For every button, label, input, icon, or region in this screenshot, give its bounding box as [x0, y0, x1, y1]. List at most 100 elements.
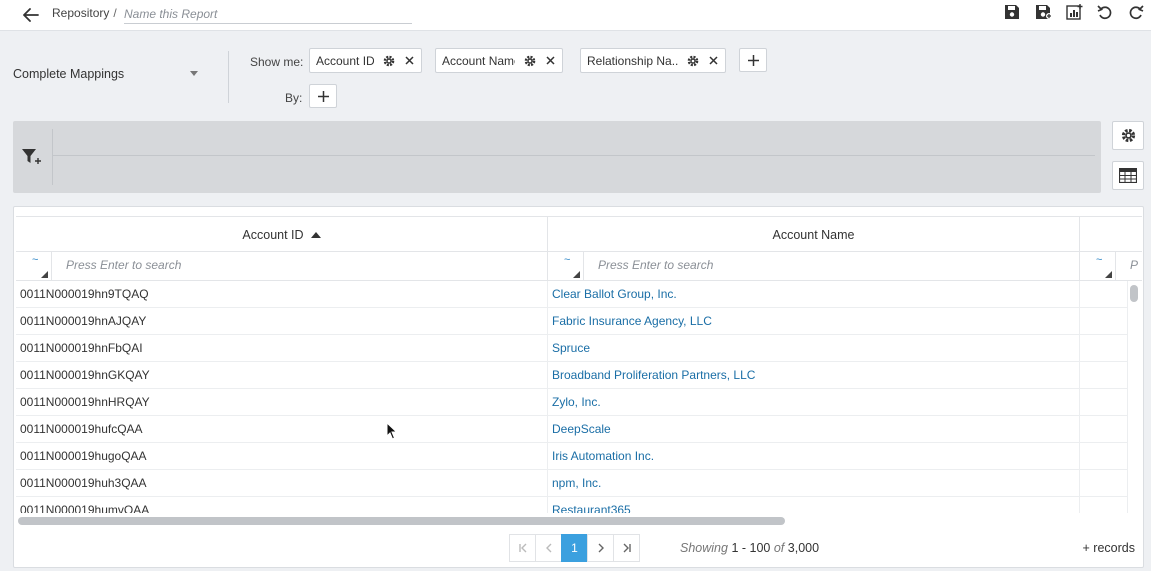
field-pill-account-id[interactable]: Account ID	[309, 48, 422, 73]
table-row[interactable]: 0011N000019hugoQAA Iris Automation Inc.	[16, 443, 1128, 470]
filter-bar	[13, 121, 1101, 193]
of-label: of	[773, 541, 785, 555]
prev-page-button[interactable]	[535, 534, 562, 562]
corner-triangle-icon	[41, 271, 48, 278]
last-page-button[interactable]	[613, 534, 640, 562]
showing-label: Showing	[680, 541, 728, 555]
cell-account-id: 0011N000019hufcQAA	[16, 416, 548, 443]
back-arrow-icon	[23, 8, 39, 22]
close-icon[interactable]	[546, 56, 555, 65]
add-filter-button[interactable]	[21, 148, 43, 168]
gear-icon[interactable]	[524, 55, 536, 67]
toolbar	[1001, 1, 1147, 23]
table-row[interactable]: 0011N000019huh3QAA npm, Inc.	[16, 470, 1128, 497]
filter-operator-menu[interactable]: ~	[548, 252, 584, 280]
column-header-third[interactable]	[1080, 217, 1142, 252]
by-label: By:	[285, 91, 303, 105]
horizontal-scroll-thumb[interactable]	[18, 517, 785, 525]
table-row[interactable]: 0011N000019hnGKQAY Broadband Proliferatio…	[16, 362, 1128, 389]
page-number-button[interactable]: 1	[561, 534, 588, 562]
undo-button[interactable]	[1094, 1, 1116, 23]
cell-third-column	[1080, 470, 1128, 497]
cell-account-name-link[interactable]: Iris Automation Inc.	[548, 443, 1080, 470]
cell-account-id: 0011N000019hnHRQAY	[16, 389, 548, 416]
cell-third-column	[1080, 497, 1128, 513]
range-value: 1 - 100	[731, 541, 771, 555]
back-button[interactable]	[20, 4, 42, 26]
cell-account-id: 0011N000019hnAJQAY	[16, 308, 548, 335]
column-filter-third: ~	[1080, 252, 1142, 280]
top-bar: Repository /	[0, 0, 1151, 31]
next-page-button[interactable]	[587, 534, 614, 562]
first-page-icon	[518, 543, 526, 553]
config-divider	[228, 51, 229, 103]
table-row[interactable]: 0011N000019humvQAA Restaurant365	[16, 497, 1128, 513]
chevron-right-icon	[598, 543, 604, 553]
cell-account-name-link[interactable]: npm, Inc.	[548, 470, 1080, 497]
cell-account-id: 0011N000019humvQAA	[16, 497, 548, 513]
field-pill-relationship-name[interactable]: Relationship Na...	[580, 48, 726, 73]
cell-account-name-link[interactable]: Clear Ballot Group, Inc.	[548, 281, 1080, 308]
add-group-by-button[interactable]	[309, 84, 337, 108]
gear-icon[interactable]	[687, 55, 699, 67]
chevron-down-icon[interactable]	[190, 71, 198, 76]
tilde-icon: ~	[32, 254, 39, 266]
filter-operator-menu[interactable]: ~	[16, 252, 52, 280]
save-as-button[interactable]	[1032, 1, 1054, 23]
corner-triangle-icon	[1105, 271, 1112, 278]
tilde-icon: ~	[1096, 254, 1103, 266]
corner-triangle-icon	[573, 271, 580, 278]
field-pill-label: Account ID	[316, 53, 374, 68]
last-page-icon	[623, 543, 631, 553]
table-row[interactable]: 0011N000019hnAJQAY Fabric Insurance Agenc…	[16, 308, 1128, 335]
sort-ascending-icon	[310, 231, 321, 238]
field-pill-account-name[interactable]: Account Name	[435, 48, 563, 73]
search-input-account-id[interactable]	[66, 258, 466, 272]
cell-third-column	[1080, 416, 1128, 443]
close-icon[interactable]	[405, 56, 414, 65]
search-input-account-name[interactable]	[598, 258, 998, 272]
cell-account-name-link[interactable]: Zylo, Inc.	[548, 389, 1080, 416]
add-field-button[interactable]	[739, 48, 767, 72]
cell-account-name-link[interactable]: Broadband Proliferation Partners, LLC	[548, 362, 1080, 389]
breadcrumb-repository[interactable]: Repository	[52, 6, 109, 20]
report-grid: Account ID Account Name ~ ~ ~	[13, 206, 1144, 568]
save-button[interactable]	[1001, 1, 1023, 23]
report-config: Complete Mappings Show me: Account ID Ac…	[0, 31, 1151, 115]
chart-export-icon	[1065, 4, 1082, 20]
vertical-scrollbar[interactable]	[1128, 281, 1142, 513]
cell-account-name-link[interactable]: Spruce	[548, 335, 1080, 362]
table-view-button[interactable]	[1112, 161, 1144, 190]
vertical-scroll-thumb[interactable]	[1130, 285, 1138, 302]
save-as-icon	[1035, 5, 1052, 19]
export-chart-button[interactable]	[1063, 1, 1085, 23]
tilde-icon: ~	[564, 254, 571, 266]
cell-account-name-link[interactable]: Restaurant365	[548, 497, 1080, 513]
breadcrumb-separator: /	[113, 6, 117, 20]
cell-account-name-link[interactable]: DeepScale	[548, 416, 1080, 443]
column-header-account-id[interactable]: Account ID	[16, 217, 548, 252]
cell-account-name-link[interactable]: Fabric Insurance Agency, LLC	[548, 308, 1080, 335]
save-icon	[1005, 5, 1019, 19]
redo-button[interactable]	[1125, 1, 1147, 23]
settings-button[interactable]	[1112, 121, 1144, 150]
record-range-text: Showing 1 - 100 of 3,000	[680, 541, 819, 555]
column-header-account-name[interactable]: Account Name	[548, 217, 1080, 252]
grid-body: 0011N000019hn9TQAQ Clear Ballot Group, In…	[16, 281, 1128, 513]
column-header-label: Account Name	[772, 227, 855, 242]
first-page-button[interactable]	[509, 534, 536, 562]
table-row[interactable]: 0011N000019hnHRQAY Zylo, Inc.	[16, 389, 1128, 416]
table-row[interactable]: 0011N000019hnFbQAI Spruce	[16, 335, 1128, 362]
table-row[interactable]: 0011N000019hn9TQAQ Clear Ballot Group, In…	[16, 281, 1128, 308]
table-row[interactable]: 0011N000019hufcQAA DeepScale	[16, 416, 1128, 443]
close-icon[interactable]	[709, 56, 718, 65]
cell-third-column	[1080, 362, 1128, 389]
records-per-page-button[interactable]: + records	[1083, 541, 1135, 555]
source-dropdown[interactable]: Complete Mappings	[13, 67, 124, 81]
cell-account-id: 0011N000019huh3QAA	[16, 470, 548, 497]
report-name-input[interactable]	[124, 4, 412, 24]
column-header-label: Account ID	[242, 227, 304, 242]
search-input-third[interactable]	[1130, 258, 1142, 272]
gear-icon[interactable]	[383, 55, 395, 67]
filter-operator-menu[interactable]: ~	[1080, 252, 1116, 280]
